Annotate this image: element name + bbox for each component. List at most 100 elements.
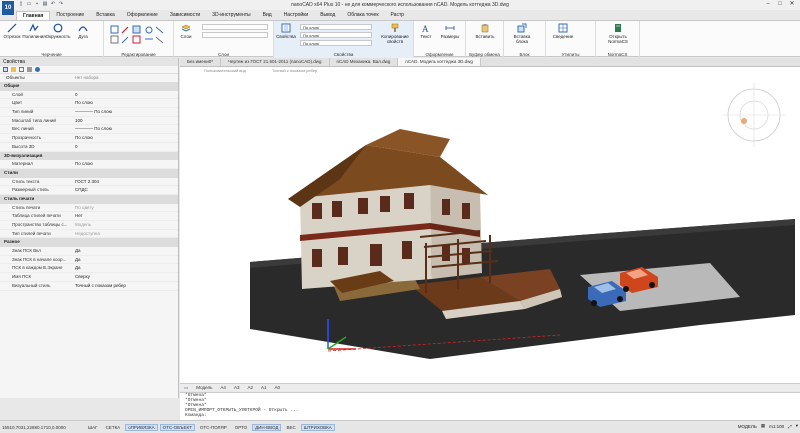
layout-tab-a0[interactable]: A0 [270, 385, 284, 390]
property-value[interactable]: Нет [72, 212, 178, 220]
property-row[interactable]: Знак ПСК в начале коор... Да [0, 256, 178, 265]
property-row[interactable]: Высота 3D 0 [0, 143, 178, 152]
ribbon-tab-annotate[interactable]: Оформление [121, 11, 164, 20]
property-row[interactable]: Знак ПСК Вкл Да [0, 247, 178, 256]
insert-block-button[interactable]: Вставка блока [507, 23, 537, 44]
circle-button[interactable]: Окружность [46, 23, 70, 39]
toggle-pickadd-icon[interactable] [19, 67, 24, 72]
layout-tab-a3[interactable]: A3 [230, 385, 244, 390]
layers-button[interactable]: Слои [176, 23, 196, 39]
property-value[interactable]: Сверху [72, 273, 178, 281]
paste-button[interactable]: Вставить [470, 23, 500, 39]
property-section[interactable]: Общие [0, 82, 178, 91]
property-value[interactable]: 0 [72, 143, 178, 151]
open-normacs-button[interactable]: Открыть NormaCS [600, 23, 636, 44]
color-select[interactable]: По слою [300, 24, 372, 30]
ribbon-tab-view[interactable]: Вид [257, 11, 278, 20]
settings-icon[interactable] [35, 67, 40, 72]
model-space-button[interactable]: МОДЕЛЬ [738, 424, 757, 429]
command-line[interactable]: *Отмена* *Отмена* *Отмена* OPEN_ИМПОРТ_О… [180, 392, 800, 420]
app-logo[interactable]: 10 [2, 1, 14, 15]
fullscreen-icon[interactable]: ⤢ [788, 424, 792, 429]
property-value[interactable]: ———— По слою [72, 125, 178, 133]
ribbon-tab-build[interactable]: Построение [50, 11, 90, 20]
property-row[interactable]: Слой 0 [0, 91, 178, 100]
property-value[interactable]: СПДС [72, 186, 178, 194]
property-row[interactable]: Прозрачность По слою [0, 134, 178, 143]
property-row[interactable]: Тип стилей печати Недоступна [0, 230, 178, 239]
doc-tab-cottage-model[interactable]: nCAD. Модель коттеджа 3D.dwg [398, 58, 481, 66]
property-section[interactable]: Стили [0, 168, 178, 178]
layer-select[interactable] [202, 24, 268, 30]
ribbon-tab-constraints[interactable]: Зависимости [164, 11, 206, 20]
layout-nav-icon[interactable]: ▭ [180, 385, 192, 391]
ribbon-tab-output[interactable]: Вывод [314, 11, 341, 20]
ribbon-tab-home[interactable]: Главная [16, 11, 51, 20]
copy-properties-button[interactable]: Копирование свойств [378, 23, 412, 44]
dimensions-button[interactable]: Размеры [440, 23, 460, 39]
viewport-icon[interactable]: ▦ [761, 423, 765, 429]
property-value[interactable]: 0 [72, 91, 178, 99]
property-value[interactable]: Да [72, 247, 178, 255]
layout-tab-a1[interactable]: A1 [257, 385, 271, 390]
ribbon-tab-3d-tools[interactable]: 3D-инструменты [206, 11, 256, 20]
ribbon-tab-raster[interactable]: Растр [385, 11, 411, 20]
close-icon[interactable]: ✕ [786, 0, 798, 8]
filter-icon[interactable] [27, 67, 32, 72]
property-value[interactable]: ———— По слою [72, 108, 178, 116]
property-value[interactable]: ГОСТ 2.304 [72, 178, 178, 186]
property-row[interactable]: Материал По слою [0, 160, 178, 169]
status-toggle[interactable]: ОТС-ОБЪЕКТ [159, 423, 195, 431]
status-toggle[interactable]: оПРИВЯЗКА [125, 423, 158, 431]
doc-tab-untitled[interactable]: Без имени0* [180, 58, 222, 66]
ribbon-tab-insert[interactable]: Вставка [90, 11, 121, 20]
edit-tools-icon[interactable] [110, 25, 168, 45]
command-prompt[interactable]: Команда: [185, 413, 800, 418]
properties-button[interactable]: Свойства [276, 23, 296, 39]
property-section[interactable]: Стиль печати [0, 194, 178, 204]
minimize-icon[interactable]: – [762, 0, 774, 8]
property-row[interactable]: Визуальный стиль Точный с показом ребер [0, 282, 178, 291]
polyline-button[interactable]: Полилиния [22, 23, 46, 39]
layout-tab-model[interactable]: Модель [192, 385, 216, 390]
layout-tab-a4[interactable]: A4 [216, 385, 230, 390]
property-row[interactable]: Стиль текста ГОСТ 2.304 [0, 178, 178, 187]
drawing-viewport[interactable]: Пользовательский вид Точный с показом ре… [180, 67, 800, 384]
property-row[interactable]: Масштаб типа линий 100 [0, 117, 178, 126]
dropdown-arrow-icon[interactable]: ▾ [796, 423, 798, 429]
quick-select-icon[interactable] [11, 67, 16, 72]
property-value[interactable]: По слою [72, 134, 178, 142]
status-toggle[interactable]: ШТРИХОВКА [300, 423, 335, 431]
property-value[interactable]: Точный с показом ребер [72, 282, 178, 290]
select-objects-icon[interactable] [3, 67, 8, 72]
status-toggle[interactable]: ВЕС [283, 424, 298, 431]
property-section[interactable]: Разное [0, 238, 178, 248]
status-toggle[interactable]: СЕТКА [103, 424, 124, 431]
text-button[interactable]: A Текст [416, 23, 436, 39]
property-value[interactable]: Да [72, 264, 178, 272]
property-value[interactable]: По слою [72, 160, 178, 168]
info-button[interactable]: Сведение [549, 23, 577, 39]
property-row[interactable]: Пространство таблицы с... Модель [0, 221, 178, 230]
property-row[interactable]: Стиль печати По цвету [0, 204, 178, 213]
property-row[interactable]: Вес линий ———— По слою [0, 125, 178, 135]
doc-tab-shaft[interactable]: nCAD Механика. Вал.dwg [330, 58, 399, 66]
property-value[interactable]: Да [72, 256, 178, 264]
ribbon-tab-point-clouds[interactable]: Облака точек [341, 11, 384, 20]
status-toggle[interactable]: ШАГ [85, 424, 101, 431]
property-row[interactable]: Цвет По слою [0, 99, 178, 109]
property-section[interactable]: 3D-визуализация [0, 151, 178, 161]
layer-tools[interactable] [202, 32, 268, 38]
lineweight-select[interactable]: По слою [300, 40, 372, 46]
property-row[interactable]: ПСК в каждом В.Экране Да [0, 264, 178, 274]
status-toggle[interactable]: ОТС-ПОЛЯР [197, 424, 230, 431]
doc-tab-gost-drawing[interactable]: Чертеж из ГОСТ 21.501-2011 (nanoCAD).dwg [221, 58, 330, 66]
property-row[interactable]: Тип линий ———— По слою [0, 108, 178, 117]
layout-tab-a2[interactable]: A2 [243, 385, 257, 390]
maximize-icon[interactable]: □ [774, 0, 786, 8]
property-row[interactable]: Таблица стилей печати Нет [0, 212, 178, 221]
property-row[interactable]: Размерный стиль СПДС [0, 186, 178, 195]
annotation-scale[interactable]: m1:100 [769, 424, 784, 429]
status-toggle[interactable]: ОРТО [232, 424, 250, 431]
property-value[interactable]: Недоступна [72, 230, 178, 238]
